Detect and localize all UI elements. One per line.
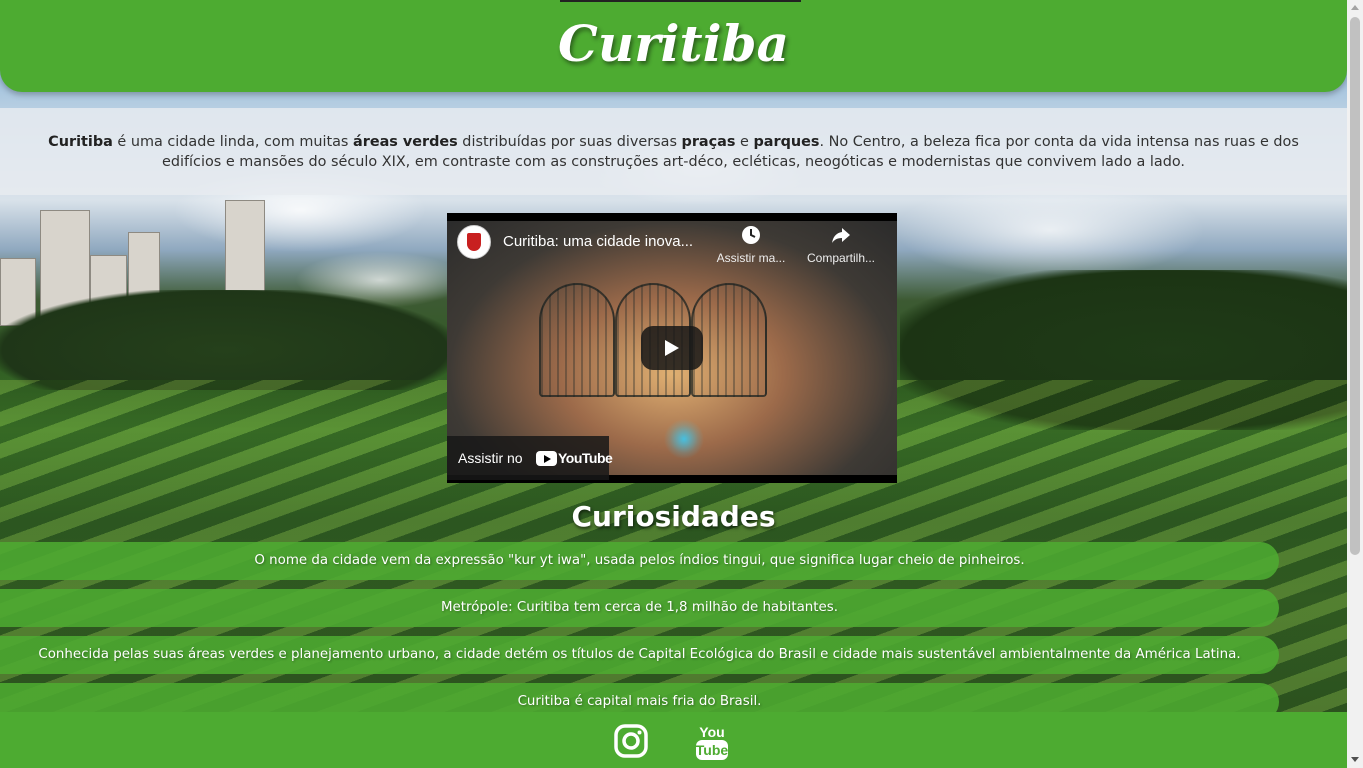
- instagram-link[interactable]: [613, 722, 649, 760]
- intro-text-part: e: [735, 134, 754, 150]
- intro-text-part: distribuídas por suas diversas: [457, 134, 682, 150]
- watch-on-youtube-button[interactable]: Assistir no YouTube: [447, 436, 613, 480]
- site-footer: You Tube: [0, 712, 1347, 768]
- play-icon: [665, 340, 679, 356]
- intro-bold: praças: [681, 134, 736, 150]
- watch-later-button[interactable]: Assistir ma...: [713, 225, 789, 265]
- site-header: Curitiba: [0, 0, 1347, 92]
- intro-bold: áreas verdes: [353, 134, 458, 150]
- trees: [0, 290, 450, 390]
- youtube-link[interactable]: You Tube: [694, 722, 730, 760]
- watch-later-label: Assistir ma...: [716, 251, 786, 265]
- scroll-down-arrow-icon[interactable]: [1351, 757, 1359, 762]
- youtube-logo-text: YouTube: [558, 450, 613, 466]
- scrollbar-thumb[interactable]: [1350, 17, 1360, 555]
- watch-on-label: Assistir no: [458, 450, 523, 466]
- channel-logo-icon[interactable]: [457, 225, 491, 259]
- youtube-logo-triangle: [544, 455, 551, 463]
- intro-text-part: é uma cidade linda, com muitas: [112, 134, 354, 150]
- youtube-icon-text-bottom: Tube: [696, 742, 729, 758]
- youtube-icon: You Tube: [696, 724, 729, 760]
- page: Curitiba Curitiba é uma cidade linda, co…: [0, 0, 1363, 768]
- video-title[interactable]: Curitiba: uma cidade inova...: [503, 233, 723, 250]
- curiosidades-heading: Curiosidades: [571, 500, 776, 533]
- greenhouse-dome: [539, 283, 615, 397]
- curiosity-item: Conhecida pelas suas áreas verdes e plan…: [0, 636, 1279, 674]
- page-title: Curitiba: [558, 14, 789, 73]
- curiosity-item: Metrópole: Curitiba tem cerca de 1,8 mil…: [0, 589, 1279, 627]
- intro-bold: parques: [753, 134, 820, 150]
- instagram-icon: [614, 724, 648, 758]
- intro-text: Curitiba é uma cidade linda, com muitas …: [0, 108, 1347, 195]
- curiosity-item: O nome da cidade vem da expressão "kur y…: [0, 542, 1279, 580]
- youtube-embed[interactable]: Curitiba: uma cidade inova... Assistir m…: [447, 213, 897, 483]
- share-arrow-icon: [832, 228, 850, 243]
- play-button[interactable]: [641, 326, 703, 370]
- coat-of-arms-shape: [467, 233, 481, 251]
- vertical-scrollbar[interactable]: [1347, 0, 1363, 768]
- youtube-icon-text-top: You: [699, 724, 724, 740]
- header-top-line: [560, 0, 801, 2]
- scroll-up-arrow-icon[interactable]: [1351, 5, 1359, 10]
- intro-bold: Curitiba: [48, 134, 113, 150]
- clock-icon: [742, 226, 760, 244]
- share-button[interactable]: Compartilh...: [803, 225, 879, 265]
- share-label: Compartilh...: [806, 251, 876, 265]
